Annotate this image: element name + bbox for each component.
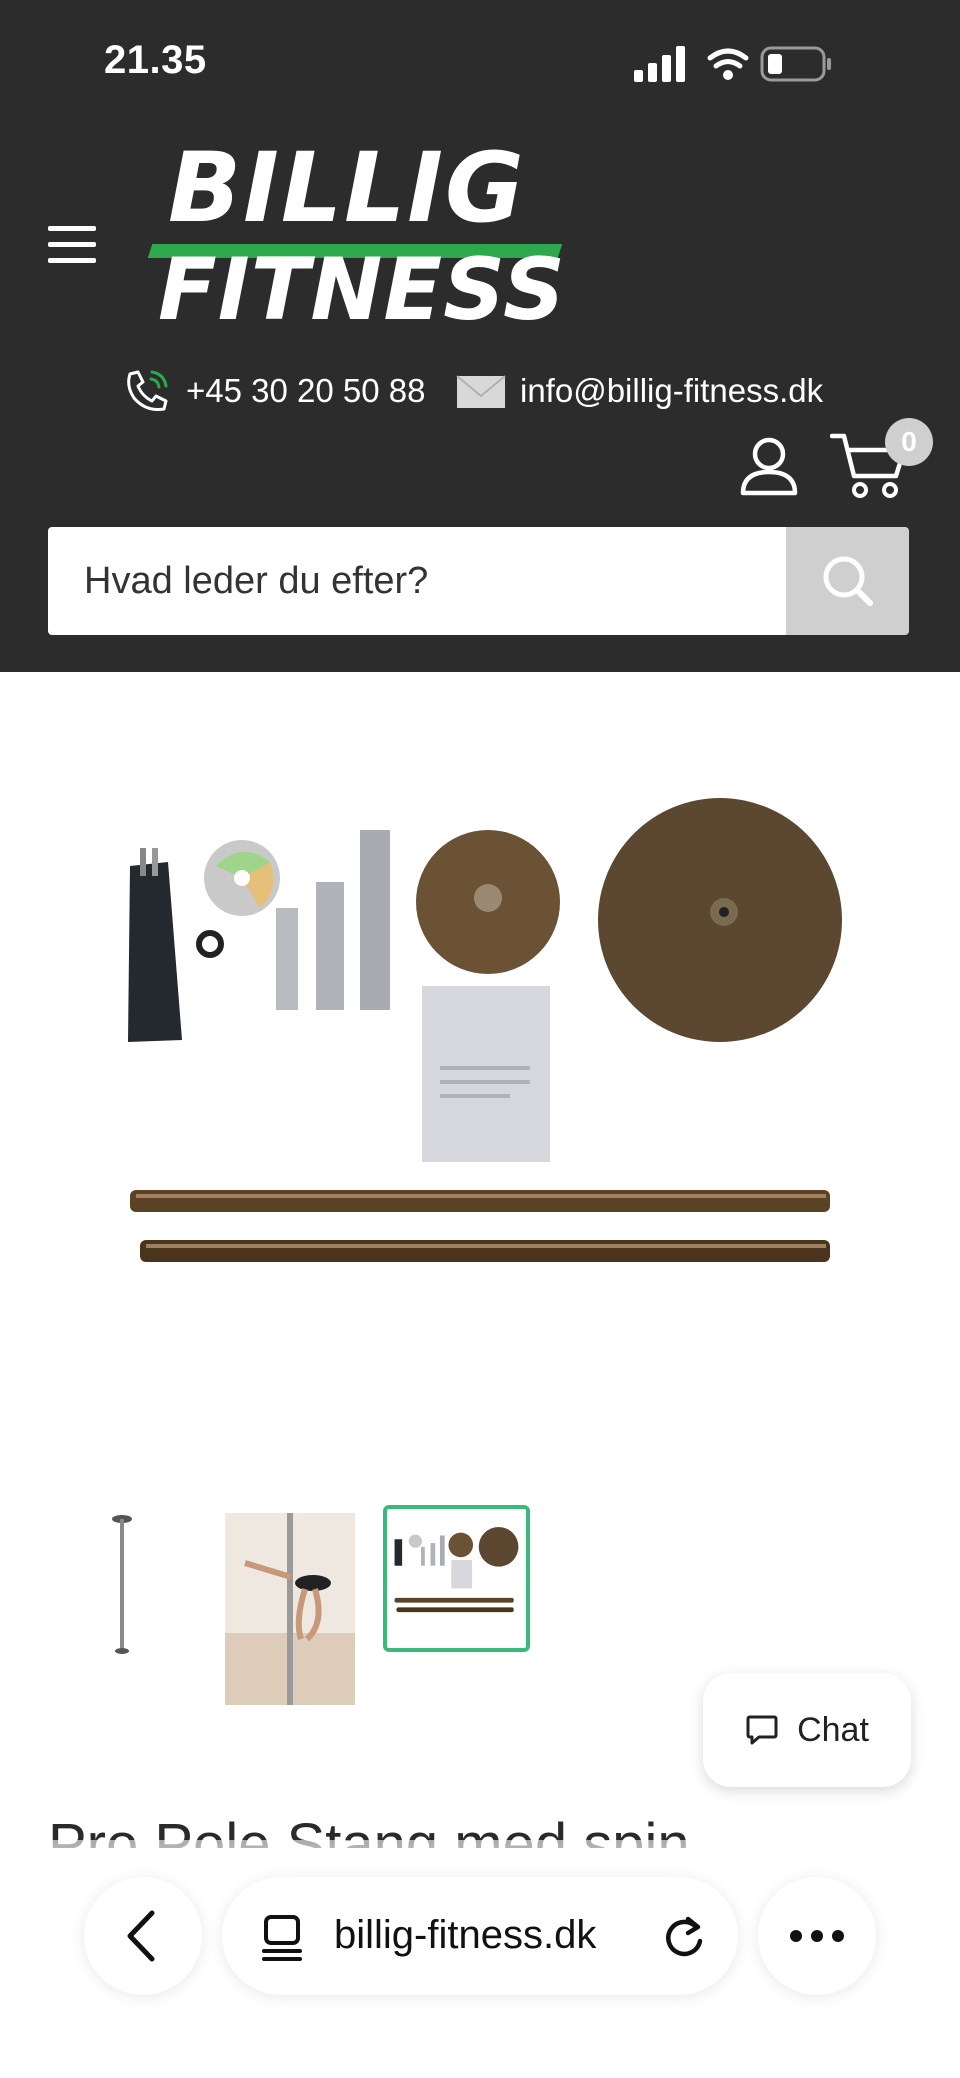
search-button[interactable] bbox=[786, 527, 909, 635]
chat-button[interactable]: Chat bbox=[703, 1673, 911, 1787]
logo-line2: FITNESS bbox=[158, 240, 566, 340]
logo-line1: BILLIG bbox=[168, 132, 526, 244]
account-icon[interactable] bbox=[740, 436, 798, 496]
more-button[interactable] bbox=[758, 1877, 876, 1995]
back-icon bbox=[127, 1910, 155, 1962]
site-logo[interactable]: BILLIG FITNESS bbox=[147, 132, 570, 340]
email-address: info@billig-fitness.dk bbox=[520, 372, 824, 409]
thumbnail-dancer[interactable] bbox=[225, 1513, 355, 1705]
contact-email[interactable]: info@billig-fitness.dk bbox=[456, 366, 823, 416]
chat-icon bbox=[746, 1715, 778, 1745]
more-icon bbox=[790, 1930, 844, 1942]
wifi-icon bbox=[707, 48, 749, 69]
chat-label: Chat bbox=[797, 1710, 869, 1749]
signal-icon bbox=[634, 46, 685, 82]
url-text: billig-fitness.dk bbox=[334, 1913, 597, 1957]
menu-button[interactable] bbox=[44, 220, 100, 270]
thumbnail-kit[interactable] bbox=[383, 1505, 530, 1652]
thumbnail-pole[interactable] bbox=[70, 1505, 175, 1695]
address-bar[interactable]: billig-fitness.dk bbox=[222, 1877, 738, 1995]
site-header: 21.35 BILLIG FITNESS +45 30 20 50 88 inf… bbox=[0, 0, 960, 672]
phone-icon bbox=[127, 370, 168, 411]
tabs-icon bbox=[262, 1915, 302, 1961]
back-button[interactable] bbox=[84, 1877, 202, 1995]
contact-phone[interactable]: +45 30 20 50 88 bbox=[122, 366, 425, 416]
mail-icon bbox=[456, 375, 506, 408]
wifi-dot bbox=[723, 70, 733, 80]
search-icon bbox=[823, 556, 873, 606]
phone-number: +45 30 20 50 88 bbox=[186, 372, 426, 409]
reload-icon[interactable] bbox=[658, 1911, 710, 1963]
status-icons bbox=[634, 46, 831, 82]
status-time: 21.35 bbox=[104, 38, 207, 82]
battery-icon bbox=[760, 46, 831, 82]
search-input[interactable] bbox=[48, 527, 788, 635]
product-main-image[interactable] bbox=[110, 770, 850, 1300]
cart-count-badge: 0 bbox=[885, 418, 933, 466]
